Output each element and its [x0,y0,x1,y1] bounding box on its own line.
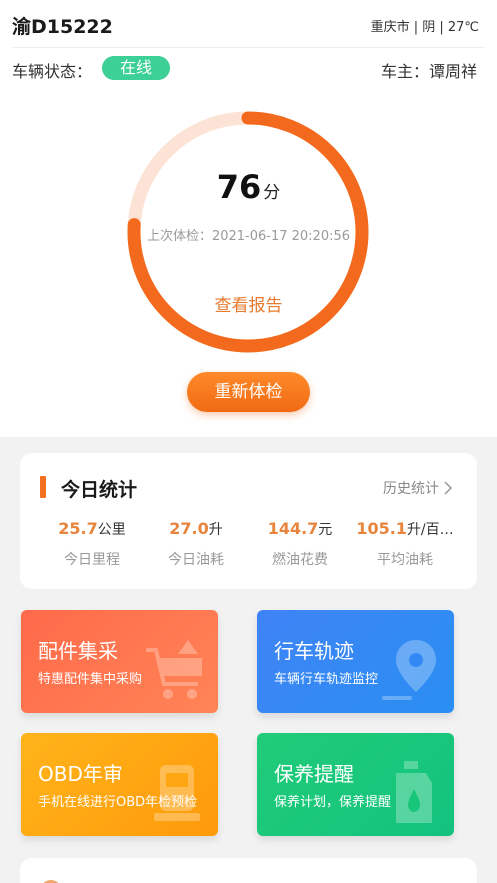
driving-track-tile[interactable]: 行车轨迹 车辆行车轨迹监控 [257,610,454,713]
tile-title: 保养提醒 [274,762,354,786]
tile-subtitle: 保养计划，保养提醒 [274,795,392,810]
stat-unit: 升 [208,522,223,538]
tile-title: OBD年审 [38,762,123,786]
last-check-time: 上次体检：2021-06-17 20:20:56 [146,229,351,244]
tile-subtitle: 车辆行车轨迹监控 [274,672,379,687]
obd-inspection-tile[interactable]: OBD年审 手机在线进行OBD年检预检 [21,733,218,836]
section-accent-bar [40,476,46,498]
owner-name: 车主：谭周祥 [380,62,477,81]
recheck-button[interactable]: 重新体检 [187,372,310,412]
stat-value: 144.7 [267,519,319,538]
history-stats-link[interactable]: 历史统计 [383,478,439,498]
health-score: 76 分 [0,168,497,206]
stat-value: 105.1 [356,519,407,538]
status-badge: 在线 [102,56,170,80]
stat-unit: 升/百… [406,522,454,538]
today-stats-title: 今日统计 [61,479,138,501]
today-stats-card: 今日统计 历史统计 25.7公里 今日里程 27.0升 今日油耗 144.7元 … [20,453,477,589]
stat-fuel-cost: 144.7元 燃油花费 [250,519,350,569]
stat-value: 27.0 [169,519,209,538]
tile-subtitle: 特惠配件集中采购 [38,672,143,687]
stat-label: 平均油耗 [377,552,433,568]
stat-fuel-used: 27.0升 今日油耗 [146,519,246,569]
vehicle-status-label: 车辆状态： [12,62,93,81]
score-value: 76 [216,168,262,206]
next-section-card [20,858,477,883]
header-divider [12,47,485,48]
stat-unit: 公里 [97,522,126,538]
stat-avg-consumption: 105.1升/百… 平均油耗 [350,519,460,569]
license-plate: 渝D15222 [12,16,113,38]
obd-device-icon [154,765,200,821]
parts-procurement-tile[interactable]: 配件集采 特惠配件集中采购 [21,610,218,713]
stat-unit: 元 [318,522,333,538]
score-unit: 分 [263,183,281,203]
view-report-link[interactable]: 查看报告 [0,291,497,316]
stat-label: 今日油耗 [168,552,224,568]
stat-value: 25.7 [58,519,98,538]
chevron-right-icon[interactable] [443,481,453,495]
stat-label: 今日里程 [64,552,120,568]
maintenance-reminder-tile[interactable]: 保养提醒 保养计划，保养提醒 [257,733,454,836]
stat-label: 燃油花费 [272,552,328,568]
oil-bottle-icon [396,761,432,823]
map-pin-icon [382,640,436,700]
stat-mileage: 25.7公里 今日里程 [42,519,142,569]
tile-title: 配件集采 [38,639,118,663]
tile-title: 行车轨迹 [274,639,354,663]
location-weather: 重庆市 | 阴 | 27℃ [370,20,479,35]
vehicle-header-panel: 渝D15222 重庆市 | 阴 | 27℃ 车辆状态： 在线 车主：谭周祥 76… [0,0,497,437]
shopping-cart-icon [146,640,202,699]
